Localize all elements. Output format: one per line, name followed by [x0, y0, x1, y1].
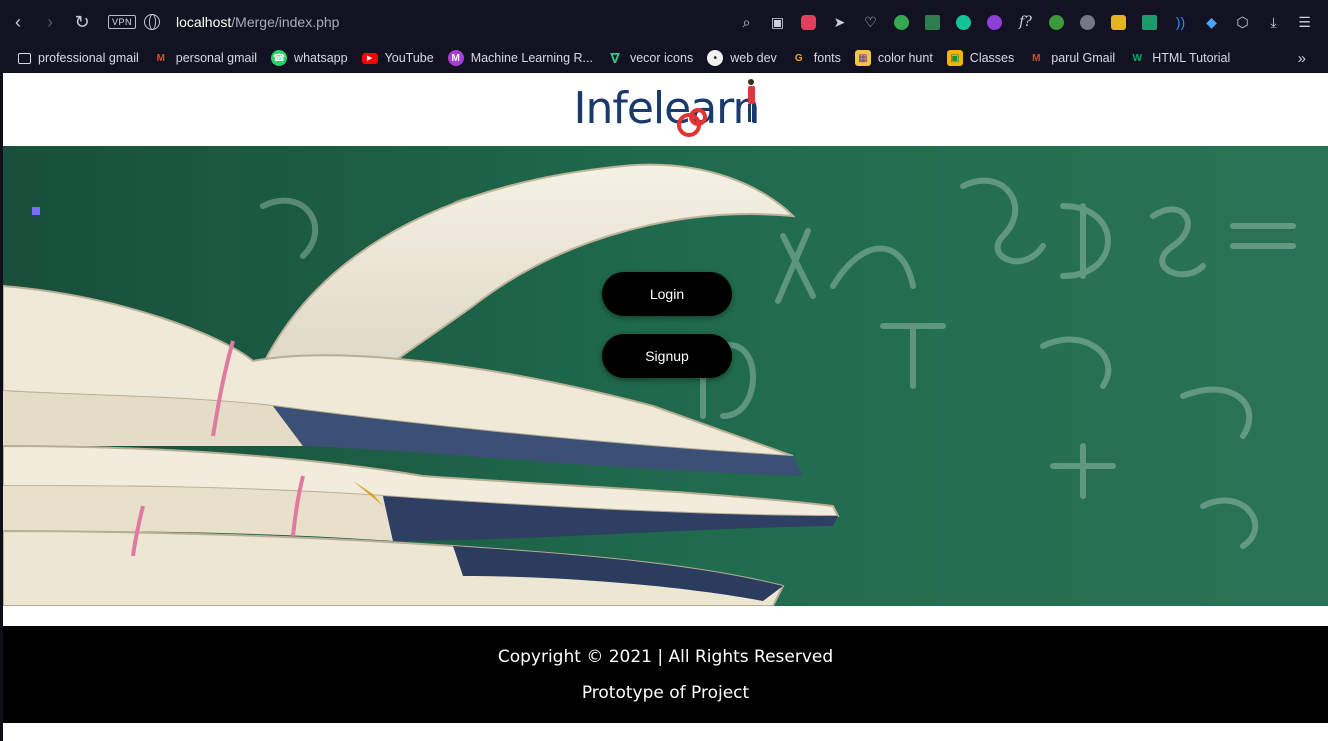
bookmark-item[interactable]: professional gmail	[18, 51, 139, 65]
person-icon	[747, 79, 755, 122]
heart-icon[interactable]: ♡	[855, 0, 886, 44]
w3-icon: W	[1132, 52, 1142, 64]
fonts-icon: G	[794, 52, 803, 64]
more-bookmarks-icon[interactable]: »	[1298, 44, 1306, 72]
bookmark-item[interactable]: • web dev	[707, 50, 777, 66]
page-viewport: Infelearn Login Signup Copyright © 2021 …	[3, 73, 1328, 741]
bookmark-item[interactable]: ▦ color hunt	[854, 50, 933, 66]
spacer	[3, 606, 1328, 626]
send-icon[interactable]: ➤	[824, 0, 855, 44]
shield-icon[interactable]	[793, 0, 824, 44]
globe-icon	[144, 14, 161, 30]
login-button[interactable]: Login	[602, 272, 732, 316]
back-icon[interactable]: ‹	[4, 8, 32, 36]
eyedropper-icon[interactable]	[1134, 0, 1165, 44]
diamond-icon[interactable]: ◆	[1196, 0, 1227, 44]
grammarly-icon[interactable]	[948, 0, 979, 44]
camera-icon[interactable]: ▣	[762, 0, 793, 44]
bookmark-item[interactable]: Mparul Gmail	[1028, 50, 1115, 66]
forward-icon[interactable]: ›	[36, 8, 64, 36]
box-icon[interactable]: ⬡	[1227, 0, 1258, 44]
logo-text: Infelearn	[573, 83, 761, 134]
bookmark-item[interactable]: W HTML Tutorial	[1129, 50, 1230, 66]
address-bar[interactable]: localhost/Merge/index.php	[176, 14, 339, 30]
hero-banner: Login Signup	[3, 146, 1328, 606]
url-host: localhost	[176, 14, 232, 30]
site-header: Infelearn	[3, 73, 1328, 146]
webdev-icon: •	[707, 50, 724, 66]
bookmark-item[interactable]: Gfonts	[791, 50, 841, 66]
browser-toolbar: ‹ › ↻ VPN localhost/Merge/index.php ⌕ ▣ …	[0, 0, 1328, 44]
vpn-badge[interactable]: VPN	[108, 15, 137, 29]
folder-icon	[18, 52, 31, 64]
footer-subtitle: Prototype of Project	[581, 682, 750, 703]
menu-icon[interactable]: ☰	[1289, 0, 1320, 44]
signup-button[interactable]: Signup	[602, 334, 732, 378]
tree-icon[interactable]	[1041, 0, 1072, 44]
download-icon[interactable]: ⤓	[1258, 0, 1289, 44]
purple-ext-icon[interactable]	[979, 0, 1010, 44]
page-bottom	[3, 723, 1328, 741]
extensions-toolbar: ⌕ ▣ ➤ ♡ f? )) ◆ ⬡ ⤓ ☰	[731, 0, 1320, 44]
function-icon[interactable]: f?	[1010, 0, 1041, 44]
gmail-icon: M	[156, 52, 165, 64]
classroom-icon: ▣	[946, 50, 963, 66]
url-path: /Merge/index.php	[231, 14, 340, 30]
m-icon: M	[447, 50, 464, 66]
vector-icon: ∇	[610, 49, 620, 66]
youtube-icon: ▶	[361, 52, 378, 64]
gmail-icon: M	[1032, 52, 1041, 64]
whatsapp-icon: ☎	[271, 50, 288, 66]
bug-icon[interactable]	[1072, 0, 1103, 44]
google-drive-icon[interactable]	[886, 0, 917, 44]
colorhunt-icon: ▦	[854, 50, 871, 66]
bookmark-item[interactable]: ▣ Classes	[946, 50, 1014, 66]
selection-marker	[32, 207, 40, 215]
cube-ext-icon[interactable]	[917, 0, 948, 44]
cup-icon[interactable]	[1103, 0, 1134, 44]
wave-icon[interactable]: ))	[1165, 0, 1196, 44]
bookmark-item[interactable]: ∇ vecor icons	[607, 50, 693, 66]
bookmark-item[interactable]: Mpersonal gmail	[153, 50, 257, 66]
site-footer: Copyright © 2021 | All Rights Reserved P…	[3, 626, 1328, 723]
reload-icon[interactable]: ↻	[68, 8, 96, 36]
bookmark-item[interactable]: M Machine Learning R...	[447, 50, 593, 66]
logo-ring-icon	[688, 108, 707, 126]
bookmark-item[interactable]: ▶ YouTube	[361, 51, 434, 65]
copyright-text: Copyright © 2021 | All Rights Reserved	[497, 646, 834, 667]
site-logo[interactable]: Infelearn	[556, 73, 776, 146]
zoom-icon[interactable]: ⌕	[731, 0, 762, 44]
bookmarks-bar: professional gmail Mpersonal gmail ☎ what…	[0, 44, 1328, 72]
bookmark-item[interactable]: ☎ whatsapp	[271, 50, 348, 66]
